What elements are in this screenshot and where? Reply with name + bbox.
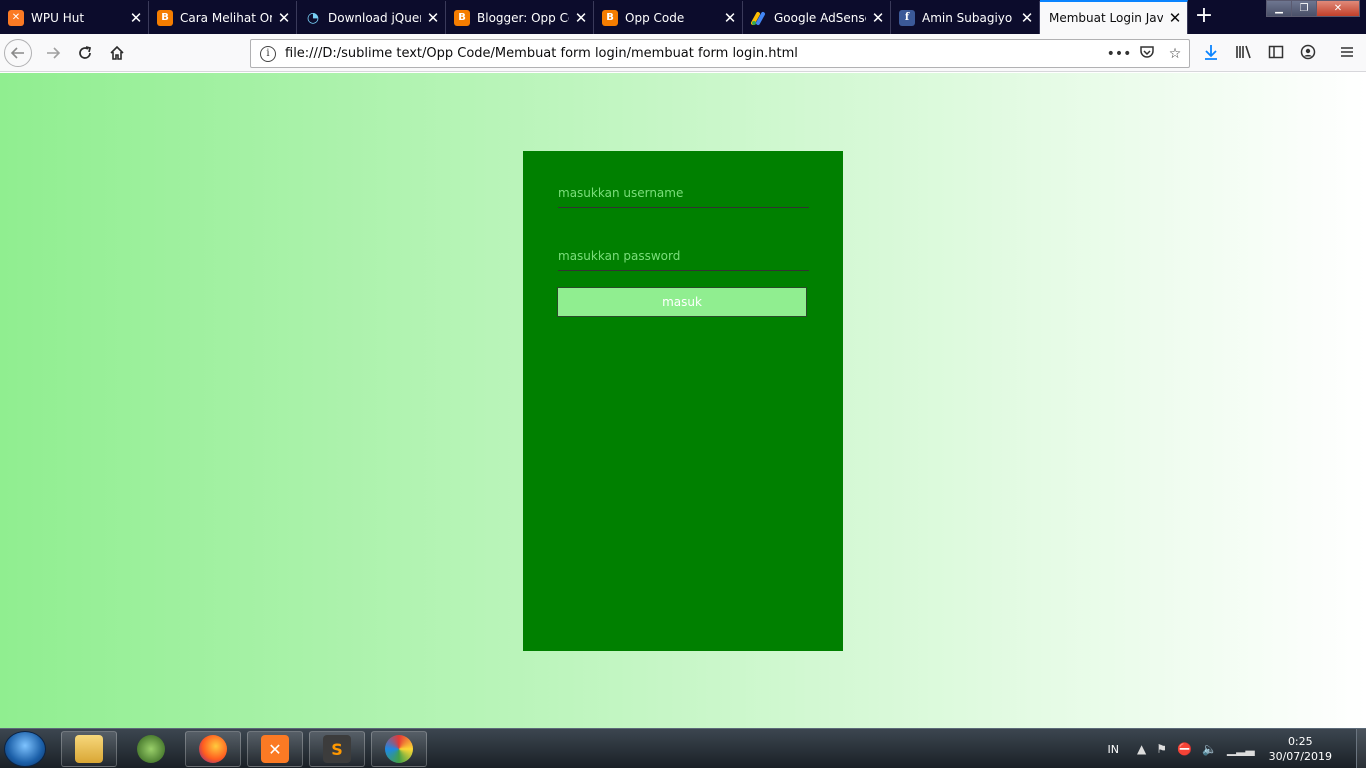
username-input[interactable] bbox=[558, 178, 809, 208]
sublime-text-icon: S bbox=[323, 735, 351, 763]
close-window-button[interactable]: ✕ bbox=[1316, 0, 1360, 17]
media-player-icon bbox=[137, 735, 165, 763]
tab-blogger-opp[interactable]: B Blogger: Opp Co ✕ bbox=[446, 1, 594, 34]
volume-icon[interactable]: 🔈 bbox=[1202, 742, 1217, 756]
sidebar-icon[interactable] bbox=[1266, 44, 1286, 64]
language-indicator[interactable]: IN bbox=[1108, 743, 1119, 756]
network-icon[interactable]: ⛔ bbox=[1177, 742, 1192, 756]
new-tab-button[interactable]: + bbox=[1190, 4, 1218, 30]
show-desktop-button[interactable] bbox=[1356, 729, 1366, 768]
tab-title: Opp Code bbox=[625, 10, 685, 25]
close-icon[interactable]: ✕ bbox=[1015, 9, 1039, 27]
tab-title: Download jQuery bbox=[328, 10, 421, 25]
reload-icon bbox=[79, 46, 92, 59]
xampp-icon: ✕ bbox=[261, 735, 289, 763]
page-content: masuk bbox=[0, 73, 1366, 728]
taskbar-media[interactable] bbox=[123, 731, 179, 767]
blogger-icon: B bbox=[157, 9, 173, 26]
jquery-icon: ◔ bbox=[306, 9, 320, 26]
library-icon[interactable] bbox=[1234, 44, 1254, 64]
navigation-toolbar: i file:///D:/sublime text/Opp Code/Membu… bbox=[0, 34, 1366, 72]
signal-icon[interactable]: ▁▂▃ bbox=[1227, 742, 1255, 756]
download-icon[interactable] bbox=[1201, 44, 1221, 64]
paint-icon bbox=[385, 735, 413, 763]
blogger-icon: B bbox=[454, 9, 470, 26]
account-icon[interactable] bbox=[1298, 44, 1318, 64]
forward-button[interactable] bbox=[39, 39, 67, 67]
tab-title: Blogger: Opp Co bbox=[477, 10, 569, 25]
tab-membuat-login[interactable]: Membuat Login Java ✕ bbox=[1040, 0, 1188, 34]
clock[interactable]: 0:25 30/07/2019 bbox=[1269, 734, 1332, 764]
tab-title: Google AdSense bbox=[774, 10, 866, 25]
browser-tab-strip: ✕ WPU Hut ✕ B Cara Melihat Ora ✕ ◔ Downl… bbox=[0, 0, 1366, 34]
taskbar-sublime[interactable]: S bbox=[309, 731, 365, 767]
taskbar-firefox[interactable] bbox=[185, 731, 241, 767]
close-icon[interactable]: ✕ bbox=[272, 9, 296, 27]
close-icon[interactable]: ✕ bbox=[421, 9, 445, 27]
login-form: masuk bbox=[523, 151, 843, 651]
home-icon bbox=[110, 45, 124, 60]
tab-title: Cara Melihat Ora bbox=[180, 10, 272, 25]
facebook-icon: f bbox=[899, 9, 915, 26]
windows-taskbar: ✕ S IN ▲ ⚑ ⛔ 🔈 ▁▂▃ 0:25 30/07/2019 bbox=[0, 728, 1366, 768]
url-text[interactable]: file:///D:/sublime text/Opp Code/Membuat… bbox=[285, 46, 1105, 61]
arrow-left-icon bbox=[10, 47, 24, 59]
login-button[interactable]: masuk bbox=[557, 287, 807, 317]
close-icon[interactable]: ✕ bbox=[124, 9, 148, 27]
menu-icon[interactable] bbox=[1337, 44, 1357, 64]
tab-title: Membuat Login Java bbox=[1049, 11, 1163, 25]
tab-amin-subagiyo[interactable]: f Amin Subagiyo ✕ bbox=[891, 1, 1040, 34]
page-actions-icon[interactable]: ••• bbox=[1105, 46, 1133, 62]
pocket-icon[interactable] bbox=[1133, 44, 1161, 64]
reload-button[interactable] bbox=[71, 39, 99, 67]
tab-cara-melihat[interactable]: B Cara Melihat Ora ✕ bbox=[149, 1, 297, 34]
taskbar-xampp[interactable]: ✕ bbox=[247, 731, 303, 767]
start-button[interactable] bbox=[4, 731, 46, 767]
clock-date: 30/07/2019 bbox=[1268, 750, 1332, 763]
tab-google-adsense[interactable]: Google AdSense ✕ bbox=[743, 1, 891, 34]
close-icon[interactable]: ✕ bbox=[569, 9, 593, 27]
minimize-button[interactable]: ▁ bbox=[1266, 0, 1292, 17]
tab-title: WPU Hut bbox=[31, 10, 85, 25]
arrow-right-icon bbox=[47, 47, 61, 59]
bookmark-star-icon[interactable]: ☆ bbox=[1161, 46, 1189, 62]
folder-icon bbox=[75, 735, 103, 763]
close-icon[interactable]: ✕ bbox=[718, 9, 742, 27]
address-bar[interactable]: i file:///D:/sublime text/Opp Code/Membu… bbox=[250, 39, 1190, 68]
firefox-icon bbox=[199, 735, 227, 763]
info-icon[interactable]: i bbox=[260, 45, 276, 62]
close-icon[interactable]: ✕ bbox=[866, 9, 890, 27]
system-tray: IN ▲ ⚑ ⛔ 🔈 ▁▂▃ 0:25 30/07/2019 bbox=[1108, 729, 1366, 768]
window-controls: ▁ ❐ ✕ bbox=[1266, 0, 1360, 17]
tab-opp-code[interactable]: B Opp Code ✕ bbox=[594, 1, 743, 34]
close-icon[interactable]: ✕ bbox=[1163, 9, 1187, 27]
back-button[interactable] bbox=[4, 39, 32, 67]
taskbar-explorer[interactable] bbox=[61, 731, 117, 767]
tab-wpu-hut[interactable]: ✕ WPU Hut ✕ bbox=[0, 1, 149, 34]
tab-download-jquery[interactable]: ◔ Download jQuery ✕ bbox=[297, 1, 446, 34]
action-center-icon[interactable]: ⚑ bbox=[1156, 742, 1167, 756]
taskbar-paint[interactable] bbox=[371, 731, 427, 767]
show-hidden-icons-icon[interactable]: ▲ bbox=[1137, 742, 1146, 756]
maximize-button[interactable]: ❐ bbox=[1291, 0, 1317, 17]
password-input[interactable] bbox=[558, 241, 809, 271]
clock-time: 0:25 bbox=[1287, 735, 1313, 748]
home-button[interactable] bbox=[103, 39, 131, 67]
blogger-icon: B bbox=[602, 9, 618, 26]
tab-title: Amin Subagiyo bbox=[922, 10, 1013, 25]
adsense-icon bbox=[751, 10, 767, 26]
xampp-icon: ✕ bbox=[8, 9, 24, 26]
